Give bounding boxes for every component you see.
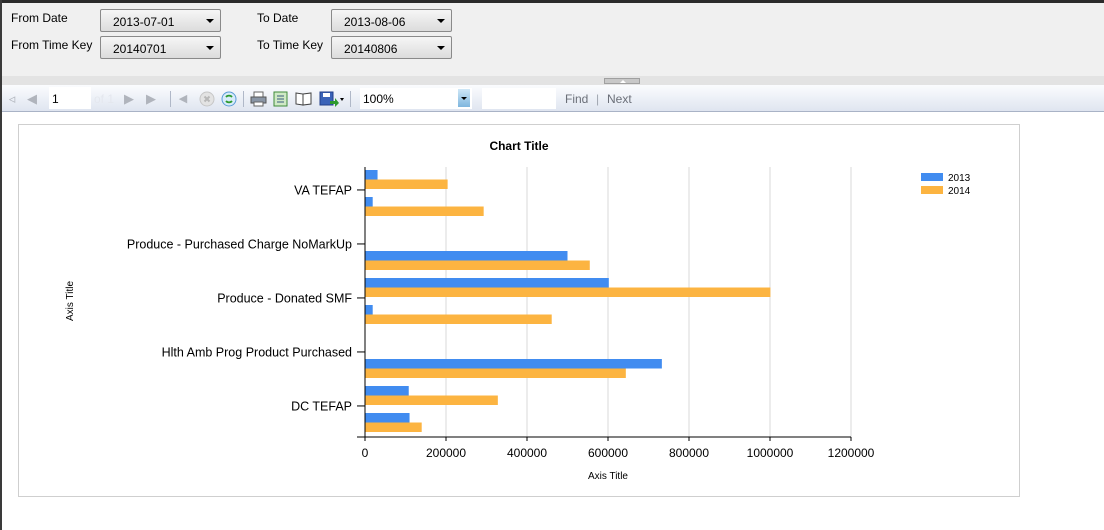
x-tick-label: 0 bbox=[362, 446, 369, 460]
bar-chart: Chart Title VA TEFAP Produce - Purchased … bbox=[65, 139, 971, 482]
print-icon[interactable] bbox=[249, 90, 267, 107]
bars bbox=[365, 170, 771, 432]
bar-2014 bbox=[365, 368, 626, 378]
bar-2013 bbox=[365, 386, 409, 396]
print-layout-icon[interactable] bbox=[294, 90, 312, 107]
bar-2013 bbox=[365, 413, 410, 423]
bar-2013 bbox=[365, 278, 609, 288]
category-label: Produce - Donated SMF bbox=[217, 291, 352, 305]
to-time-key-dropdown[interactable]: 20140806 bbox=[331, 36, 452, 59]
export-icon[interactable] bbox=[318, 90, 344, 107]
bar-2013 bbox=[365, 251, 568, 261]
bar-2014 bbox=[365, 395, 498, 405]
chevron-down-icon bbox=[206, 19, 214, 23]
x-tick-label: 1200000 bbox=[828, 446, 875, 460]
first-page-icon[interactable]: ◃​ bbox=[5, 90, 19, 107]
from-time-key-value: 20140701 bbox=[113, 42, 167, 56]
page-count-label: of 1 bbox=[94, 92, 115, 106]
to-time-key-value: 20140806 bbox=[344, 42, 398, 56]
toolbar-separator bbox=[350, 91, 351, 107]
x-tick-labels: 0 200000 400000 600000 800000 1000000 1200000 bbox=[362, 446, 875, 460]
from-date-dropdown[interactable]: 2013-07-01 bbox=[100, 9, 221, 32]
gridlines bbox=[445, 167, 852, 437]
legend-label: 2014 bbox=[948, 186, 971, 197]
find-separator: | bbox=[596, 92, 600, 106]
x-tick-label: 400000 bbox=[507, 446, 547, 460]
from-time-key-label: From Time Key bbox=[11, 38, 93, 52]
category-labels: VA TEFAP Produce - Purchased Charge NoMar… bbox=[127, 183, 352, 413]
page-setup-icon[interactable] bbox=[272, 90, 289, 107]
to-time-key-label: To Time Key bbox=[257, 38, 324, 52]
page-number-value: 1 bbox=[52, 92, 59, 106]
chevron-down-icon bbox=[437, 19, 445, 23]
parameter-panel: From Date 2013-07-01 To Date 2013-08-06 … bbox=[2, 3, 1104, 76]
x-tick-label: 800000 bbox=[669, 446, 709, 460]
bar-2013 bbox=[365, 359, 662, 369]
bar-2014 bbox=[365, 260, 590, 270]
bar-2014 bbox=[365, 422, 422, 432]
x-tick-label: 200000 bbox=[426, 446, 466, 460]
page-number-input[interactable]: 1 bbox=[49, 87, 91, 109]
toolbar-separator bbox=[170, 91, 171, 107]
previous-page-icon[interactable]: ◀ bbox=[25, 90, 39, 107]
stop-icon[interactable] bbox=[198, 90, 215, 107]
category-label: Hlth Amb Prog Product Purchased bbox=[162, 345, 352, 359]
bar-2014 bbox=[365, 179, 448, 189]
parameter-splitter bbox=[2, 76, 1104, 85]
chart-title: Chart Title bbox=[489, 139, 548, 153]
from-time-key-dropdown[interactable]: 20140701 bbox=[100, 36, 221, 59]
toolbar-separator bbox=[243, 91, 244, 107]
report-toolbar: ◃​ ◀ 1 of 1 ▶ ▶​ ◀ 100% Find | Next bbox=[2, 85, 1104, 112]
category-label: DC TEFAP bbox=[291, 399, 352, 413]
zoom-value: 100% bbox=[363, 92, 394, 106]
legend-swatch-2014 bbox=[921, 186, 943, 194]
legend: 2013 2014 bbox=[921, 173, 971, 197]
next-link[interactable]: Next bbox=[607, 92, 632, 106]
find-link[interactable]: Find bbox=[565, 92, 588, 106]
back-icon[interactable]: ◀ bbox=[176, 90, 190, 107]
x-tick-label: 1000000 bbox=[747, 446, 794, 460]
find-text-input[interactable] bbox=[482, 88, 556, 109]
bar-2014 bbox=[365, 206, 484, 216]
bar-2013 bbox=[365, 197, 373, 207]
zoom-select[interactable]: 100% bbox=[360, 88, 472, 109]
y-axis-title: Axis Title bbox=[65, 281, 76, 321]
zoom-dropdown-arrow[interactable] bbox=[458, 89, 470, 107]
bar-2013 bbox=[365, 305, 373, 315]
last-page-icon[interactable]: ▶​ bbox=[144, 90, 158, 107]
category-label: Produce - Purchased Charge NoMarkUp bbox=[127, 237, 352, 251]
legend-swatch-2013 bbox=[921, 173, 943, 181]
report-canvas: Chart Title VA TEFAP Produce - Purchased … bbox=[18, 124, 1020, 497]
bar-2014 bbox=[365, 287, 771, 297]
from-date-value: 2013-07-01 bbox=[113, 15, 175, 29]
next-page-icon[interactable]: ▶ bbox=[122, 90, 136, 107]
from-date-label: From Date bbox=[11, 11, 68, 25]
collapse-parameters-button[interactable] bbox=[604, 78, 640, 84]
legend-label: 2013 bbox=[948, 173, 971, 184]
chevron-down-icon bbox=[206, 46, 214, 50]
to-date-label: To Date bbox=[257, 11, 299, 25]
chevron-down-icon bbox=[437, 46, 445, 50]
x-tick-label: 600000 bbox=[588, 446, 628, 460]
x-axis-title: Axis Title bbox=[588, 471, 628, 482]
category-label: VA TEFAP bbox=[294, 183, 352, 197]
to-date-dropdown[interactable]: 2013-08-06 bbox=[331, 9, 452, 32]
refresh-icon[interactable] bbox=[220, 90, 237, 107]
bar-2013 bbox=[365, 170, 378, 180]
to-date-value: 2013-08-06 bbox=[344, 15, 406, 29]
bar-2014 bbox=[365, 314, 552, 324]
